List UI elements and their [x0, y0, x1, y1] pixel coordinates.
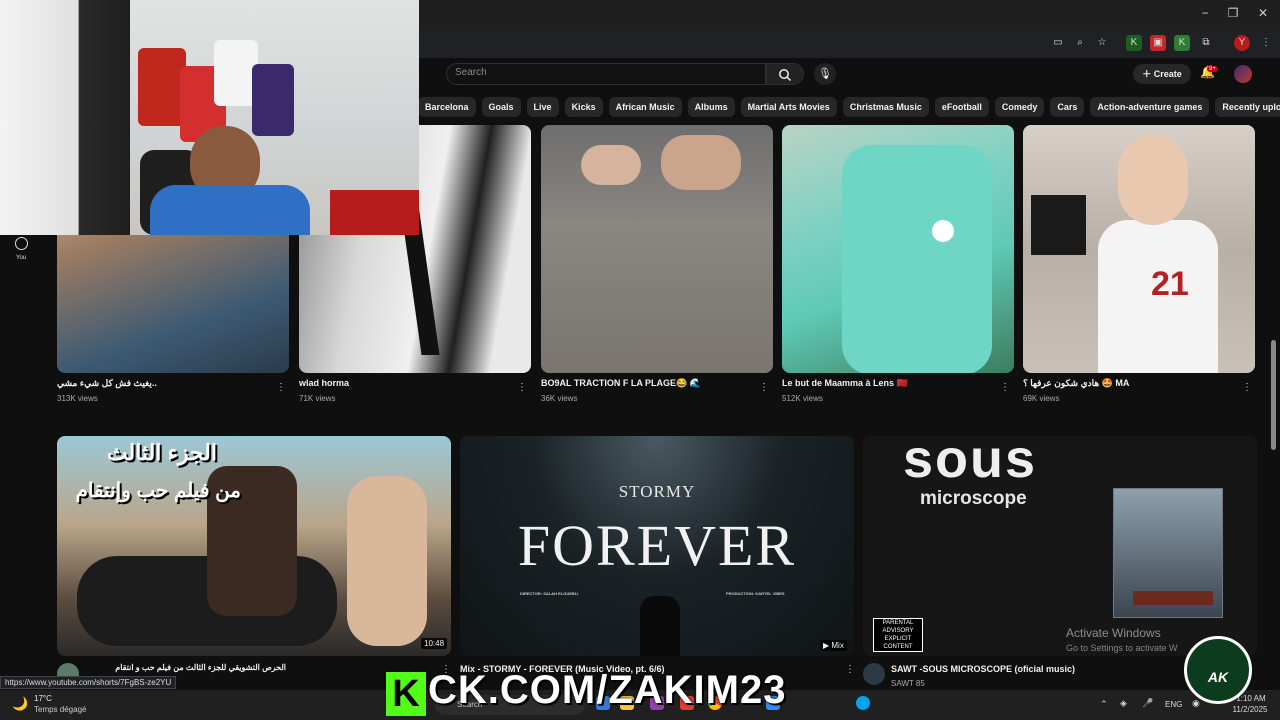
short-views-1: 313K views [57, 394, 98, 403]
video-title-1[interactable]: الحرص التشويقي للجزء الثالث من فيلم حب و… [86, 663, 286, 672]
video-title-3[interactable]: SAWT -SOUS MICROSCOPE (oficial music) [891, 664, 1075, 674]
short-thumbnail-4[interactable] [782, 125, 1014, 373]
more-options-icon[interactable]: ⋮ [276, 382, 286, 393]
clock-date[interactable]: 11/2/2025 [1228, 705, 1272, 714]
cast-icon[interactable]: ▭ [1050, 35, 1066, 51]
video-thumbnail-3[interactable]: sous microscope PARENTAL ADVISORY EXPLIC… [863, 436, 1257, 656]
short-views-3: 36K views [541, 394, 578, 403]
chip-martial-arts-movies[interactable]: Martial Arts Movies [740, 97, 837, 117]
weather-description[interactable]: Temps dégagé [34, 705, 86, 714]
chip-kicks[interactable]: Kicks [564, 97, 603, 117]
short-views-2: 71K views [299, 394, 336, 403]
profile-icon[interactable]: Y [1234, 35, 1250, 51]
voice-search-button[interactable]: 🎙 [814, 63, 836, 85]
ak-streamer-logo: AK [1184, 636, 1252, 704]
extension-icon-1[interactable]: K [1126, 35, 1142, 51]
taskbar-app-icon[interactable] [856, 696, 870, 710]
more-options-icon[interactable]: ⋮ [1242, 382, 1252, 393]
weather-moon-icon[interactable]: 🌙 [12, 696, 28, 712]
search-placeholder: Search [455, 67, 487, 78]
microphone-icon: 🎙 [818, 68, 832, 80]
short-title-2[interactable]: wlad horma [299, 378, 349, 388]
mix-badge-label: Mix [831, 641, 844, 650]
browser-menu-icon[interactable]: ⋮ [1258, 35, 1274, 51]
notification-badge: 9+ [1207, 66, 1218, 72]
thumbnail-song-title: FOREVER [517, 513, 797, 578]
create-label: Create [1153, 69, 1182, 79]
chip-barcelona[interactable]: Barcelona [418, 97, 476, 117]
activate-windows-subtitle: Go to Settings to activate W [1066, 643, 1178, 653]
thumbnail-microscope-text: microscope [920, 488, 1027, 509]
mix-badge: ▶ Mix [820, 640, 847, 651]
input-language[interactable]: ENG [1165, 700, 1182, 709]
thumbnail-artist-name: STORMY [618, 482, 696, 501]
more-options-icon[interactable]: ⋮ [517, 382, 527, 393]
bookmark-star-icon[interactable]: ☆ [1094, 35, 1110, 51]
webcam-overlay [0, 0, 419, 235]
close-window-button[interactable]: ✕ [1250, 4, 1276, 22]
chip-cars[interactable]: Cars [1050, 97, 1085, 117]
chevron-right-icon[interactable]: › [1246, 100, 1250, 114]
link-status-url: https://www.youtube.com/shorts/7FgBS-ze2… [0, 676, 177, 689]
kick-extension-icon[interactable]: K [1174, 35, 1190, 51]
account-avatar[interactable] [1234, 65, 1252, 83]
chip-action-adventure-games[interactable]: Action-adventure games [1090, 97, 1210, 117]
thumbnail-arabic-line-1: الجزء الثالث [106, 440, 217, 465]
channel-name[interactable]: SAWT 85 [891, 679, 925, 688]
chip-christmas-music[interactable]: Christmas Music [842, 97, 929, 117]
activate-windows-title: Activate Windows [1066, 626, 1161, 640]
short-thumbnail-3[interactable] [541, 125, 773, 373]
short-title-5[interactable]: هادي شكون عرفها ؟ 🤩 MA [1023, 378, 1129, 389]
short-title-4[interactable]: Le but de Maamma à Lens 🇲🇦 [782, 378, 908, 389]
wifi-icon[interactable]: ◉ [1192, 698, 1200, 709]
weather-temperature[interactable]: 17°C [34, 694, 52, 703]
chip-african-music[interactable]: African Music [608, 97, 682, 117]
more-options-icon[interactable]: ⋮ [1000, 382, 1010, 393]
sidebar-item-you[interactable]: You [16, 255, 26, 261]
create-button[interactable]: ＋ Create [1133, 64, 1191, 84]
zoom-icon[interactable]: ⌕ [1072, 35, 1088, 51]
thumbnail-arabic-line-2: من فيلم حب وإنتقام [75, 480, 241, 502]
video-thumbnail-1[interactable]: الجزء الثالث من فيلم حب وإنتقام 10:48 [57, 436, 451, 656]
user-circle-icon[interactable] [15, 237, 28, 250]
network-icon[interactable]: ◈ [1120, 698, 1127, 709]
thumbnail-director-credit: DIRECTOR: SALAH ELGUEBLI [520, 591, 579, 596]
scrollbar-thumb[interactable] [1271, 340, 1276, 450]
channel-avatar[interactable] [863, 663, 885, 685]
search-input[interactable] [446, 63, 766, 85]
video-thumbnail-2[interactable]: STORMY FOREVER DIRECTOR: SALAH ELGUEBLI … [460, 436, 854, 656]
microphone-icon[interactable]: 🎤 [1142, 698, 1153, 709]
short-title-1[interactable]: يغيث فش كل شيء مشي.. [57, 378, 157, 389]
short-views-5: 69K views [1023, 394, 1060, 403]
extension-icon-2[interactable]: ▣ [1150, 35, 1166, 51]
chip-comedy[interactable]: Comedy [994, 97, 1045, 117]
kick-logo-icon: K [386, 672, 426, 716]
chip-efootball[interactable]: eFootball [934, 97, 989, 117]
chevron-up-icon[interactable]: ⌃ [1100, 699, 1108, 710]
duration-badge: 10:48 [421, 638, 448, 649]
minimize-button[interactable]: − [1192, 4, 1218, 22]
more-options-icon[interactable]: ⋮ [759, 382, 769, 393]
kick-channel-overlay: KICK.COM/ZAKIM23 [386, 668, 787, 712]
ak-logo-text: AK [1207, 669, 1229, 685]
search-icon [779, 69, 792, 82]
thumbnail-sous-text: sous [903, 436, 1038, 489]
filter-chips-bar: Barcelona Goals Live Kicks African Music… [418, 97, 1280, 119]
parental-advisory-label: PARENTAL ADVISORY EXPLICIT CONTENT [873, 618, 923, 652]
thumbnail-production-credit: PRODUCTION: KARTEL VIBES [726, 591, 785, 596]
maximize-button[interactable]: ❐ [1220, 4, 1246, 22]
chip-goals[interactable]: Goals [481, 97, 521, 117]
search-button[interactable] [766, 63, 804, 85]
chip-live[interactable]: Live [526, 97, 559, 117]
extensions-puzzle-icon[interactable]: ⧉ [1198, 35, 1214, 51]
chip-albums[interactable]: Albums [687, 97, 735, 117]
short-title-3[interactable]: BO9AL TRACTION F LA PLAGE😂 🌊 [541, 378, 701, 389]
short-views-4: 512K views [782, 394, 823, 403]
short-thumbnail-5[interactable]: 21 [1023, 125, 1255, 373]
more-options-icon[interactable]: ⋮ [845, 664, 855, 675]
